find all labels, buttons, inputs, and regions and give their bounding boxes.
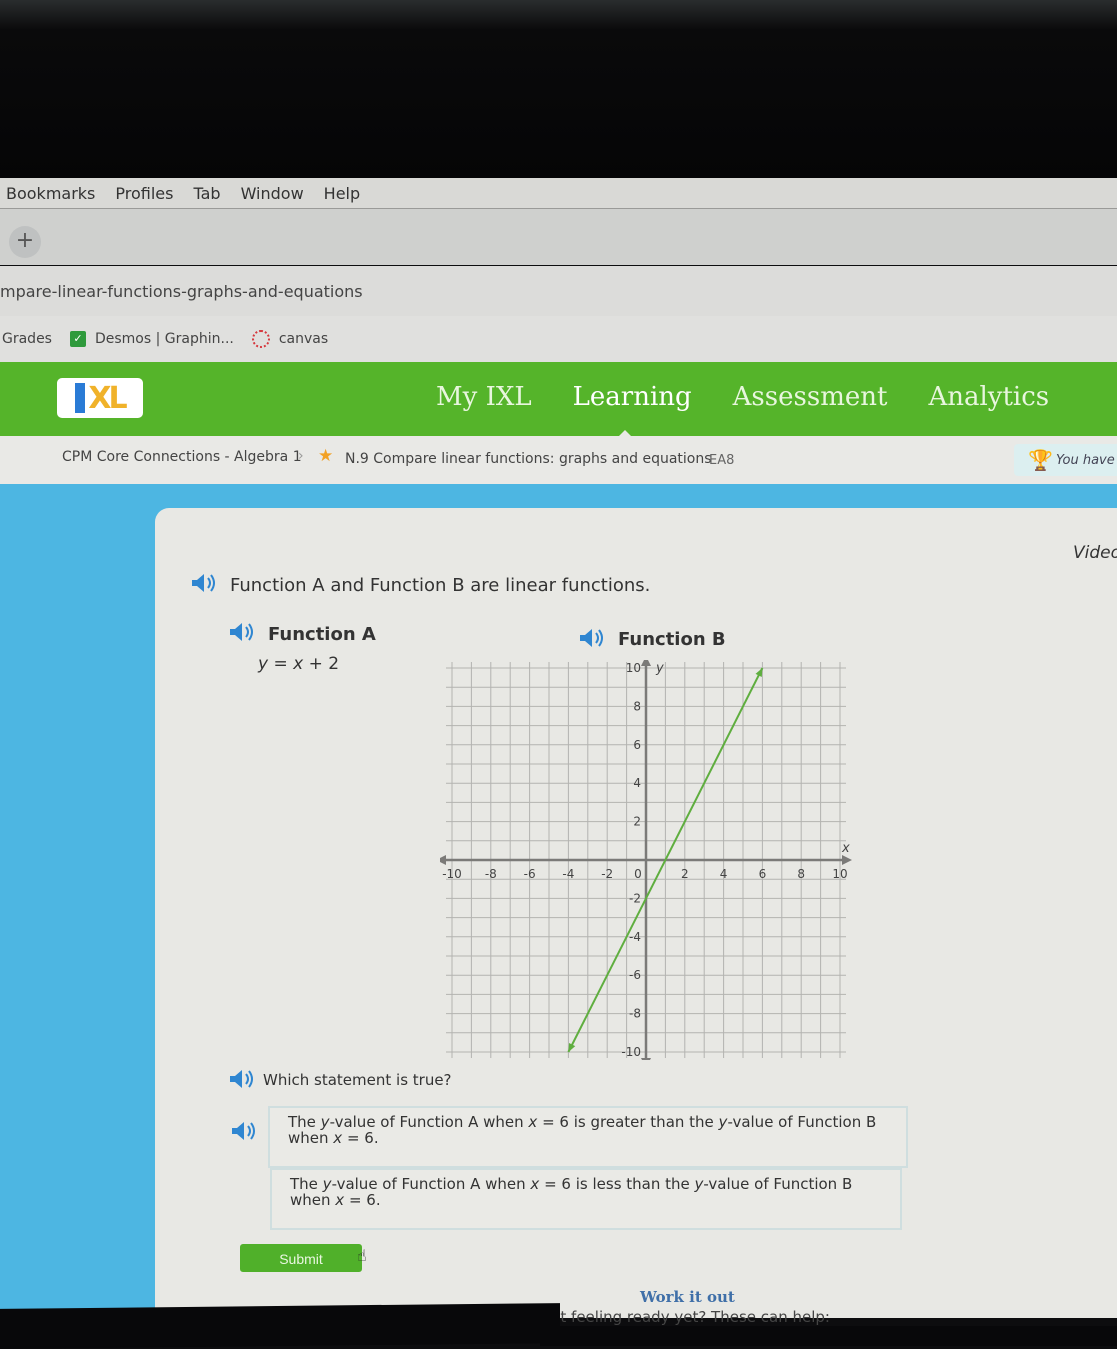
chevron-right-icon: › bbox=[298, 448, 304, 464]
url-text[interactable]: mpare-linear-functions-graphs-and-equati… bbox=[0, 282, 363, 301]
x-tick-label: 8 bbox=[797, 867, 805, 881]
x-tick-label: 10 bbox=[832, 867, 847, 881]
menu-bar: Bookmarks Profiles Tab Window Help bbox=[0, 178, 1117, 209]
breadcrumb: CPM Core Connections - Algebra 1 › ★ N.9… bbox=[0, 436, 1117, 484]
opt-text: = 6. bbox=[344, 1191, 381, 1209]
nav-my-ixl[interactable]: My IXL bbox=[436, 382, 532, 412]
opt-var: x bbox=[528, 1113, 538, 1131]
video-link[interactable]: Video bbox=[1073, 543, 1117, 563]
intro-text: Function A and Function B are linear fun… bbox=[230, 575, 651, 596]
x-tick-label: 4 bbox=[720, 867, 728, 881]
opt-text: = 6 is greater than the bbox=[537, 1113, 719, 1131]
answer-option-1[interactable]: The y-value of Function A when x = 6 is … bbox=[268, 1106, 908, 1168]
opt-var: x bbox=[530, 1175, 540, 1193]
axes bbox=[440, 660, 852, 1060]
x-tick-label: -4 bbox=[562, 867, 574, 881]
x-axis-arrow-right bbox=[842, 855, 852, 865]
tab-bar: + bbox=[0, 209, 1117, 265]
speaker-icon[interactable] bbox=[190, 572, 218, 594]
y-tick-label: -10 bbox=[621, 1045, 641, 1059]
function-b-label: Function B bbox=[618, 629, 726, 650]
x-tick-label: 0 bbox=[634, 867, 642, 881]
bookmark-label: Grades bbox=[2, 331, 52, 347]
function-a-equation: y = x + 2 bbox=[258, 654, 340, 674]
menu-bookmarks[interactable]: Bookmarks bbox=[6, 184, 95, 203]
star-icon: ★ bbox=[318, 446, 334, 466]
skill-code: EA8 bbox=[709, 453, 735, 468]
opt-text: = 6 is less than the bbox=[539, 1175, 695, 1193]
x-tick-label: -2 bbox=[601, 867, 613, 881]
bookmark-label: canvas bbox=[278, 331, 329, 347]
function-a-label: Function A bbox=[268, 624, 376, 645]
nav-learning[interactable]: Learning bbox=[573, 382, 692, 438]
desmos-icon: ✓ bbox=[69, 331, 86, 347]
eq-var: x bbox=[293, 654, 304, 674]
speaker-icon[interactable] bbox=[578, 627, 606, 649]
x-axis-label: x bbox=[841, 841, 850, 856]
trophy-icon: 🏆 bbox=[1028, 448, 1053, 472]
y-tick-label: 6 bbox=[633, 738, 641, 752]
eq-rest: + 2 bbox=[303, 654, 340, 674]
x-tick-label: 6 bbox=[759, 867, 767, 881]
opt-var: x bbox=[333, 1129, 343, 1147]
x-tick-label: -10 bbox=[442, 867, 462, 881]
bookmark-label: Desmos | Graphin... bbox=[94, 331, 234, 347]
y-tick-label: 4 bbox=[633, 776, 641, 790]
y-tick-label: 10 bbox=[626, 661, 641, 675]
speaker-icon[interactable] bbox=[228, 1068, 256, 1090]
not-ready-text: Not feeling ready yet? These can help: bbox=[540, 1308, 830, 1326]
y-tick-label: -4 bbox=[629, 930, 641, 944]
submit-button[interactable]: Submit bbox=[240, 1244, 362, 1272]
logo-text: XL bbox=[88, 380, 127, 416]
eq-lhs: y bbox=[258, 654, 269, 674]
y-axis-arrow-up bbox=[641, 660, 651, 666]
question-text: Which statement is true? bbox=[263, 1071, 452, 1089]
nav-analytics[interactable]: Analytics bbox=[928, 382, 1049, 412]
menu-tab[interactable]: Tab bbox=[193, 184, 220, 203]
menu-profiles[interactable]: Profiles bbox=[115, 184, 173, 203]
canvas-icon bbox=[251, 330, 270, 348]
main-nav: My IXL Learning Assessment Analytics bbox=[436, 382, 1090, 438]
nav-assessment[interactable]: Assessment bbox=[733, 382, 888, 412]
x-axis-arrow-left bbox=[440, 855, 446, 865]
speaker-icon[interactable] bbox=[230, 1120, 258, 1142]
opt-text: = 6. bbox=[342, 1129, 379, 1147]
opt-var: x bbox=[335, 1191, 345, 1209]
work-it-out-heading: Work it out bbox=[640, 1288, 735, 1306]
ixl-header: XL My IXL Learning Assessment Analytics bbox=[0, 362, 1117, 438]
ixl-logo[interactable]: XL bbox=[57, 378, 143, 418]
x-tick-label: -8 bbox=[485, 867, 497, 881]
menu-window[interactable]: Window bbox=[241, 184, 304, 203]
function-b-graph: -10 -8 -6 -4 -2 0 2 4 6 8 10 -10 -8 -6 -4 -2 2 4 6 8 10 x y bbox=[440, 660, 852, 1060]
award-text: You have bbox=[1056, 452, 1115, 468]
hand-cursor-icon: ☝ bbox=[357, 1246, 367, 1265]
breadcrumb-course[interactable]: CPM Core Connections - Algebra 1 bbox=[62, 449, 302, 465]
new-tab-button[interactable]: + bbox=[9, 226, 41, 258]
monitor-bezel-bottom bbox=[540, 1326, 1117, 1346]
monitor-bezel-bottom bbox=[0, 1303, 560, 1349]
y-axis-arrow-down bbox=[641, 1058, 651, 1060]
answer-option-2[interactable]: The y-value of Function A when x = 6 is … bbox=[270, 1168, 902, 1230]
y-tick-label: -8 bbox=[629, 1007, 641, 1021]
y-tick-label: -2 bbox=[629, 891, 641, 905]
y-tick-label: 8 bbox=[633, 699, 641, 713]
y-tick-label: -6 bbox=[629, 968, 641, 982]
bookmark-desmos[interactable]: ✓ Desmos | Graphin... bbox=[69, 331, 234, 347]
y-axis-label: y bbox=[655, 661, 664, 676]
speaker-icon[interactable] bbox=[228, 621, 256, 643]
breadcrumb-skill: N.9 Compare linear functions: graphs and… bbox=[345, 451, 712, 467]
y-tick-label: 2 bbox=[633, 815, 641, 829]
menu-help[interactable]: Help bbox=[324, 184, 360, 203]
bookmarks-bar: Grades ✓ Desmos | Graphin... canvas bbox=[0, 316, 1117, 362]
x-tick-label: 2 bbox=[681, 867, 689, 881]
logo-i-bar bbox=[75, 383, 86, 413]
x-tick-label: -6 bbox=[524, 867, 536, 881]
bookmark-canvas[interactable]: canvas bbox=[251, 330, 329, 348]
monitor-bezel bbox=[0, 0, 1117, 178]
bookmark-grades[interactable]: Grades bbox=[2, 331, 52, 347]
address-bar[interactable]: mpare-linear-functions-graphs-and-equati… bbox=[0, 266, 1117, 316]
award-badge[interactable]: 🏆 You have bbox=[1014, 444, 1117, 476]
